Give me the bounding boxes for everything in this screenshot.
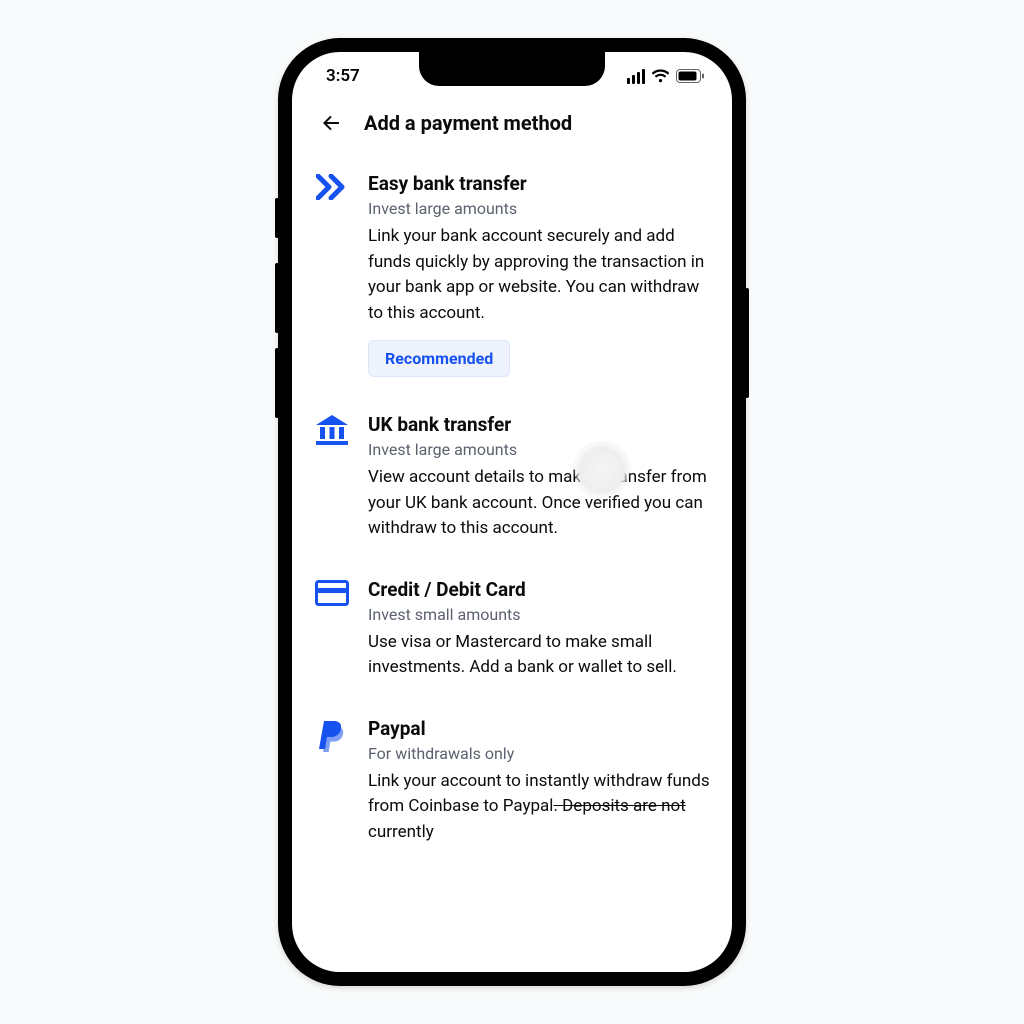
method-title: UK bank transfer	[368, 413, 712, 436]
text: currently	[368, 822, 434, 842]
screen: 3:57 Add a payment method	[292, 52, 732, 972]
recommended-badge: Recommended	[368, 340, 510, 377]
double-chevron-icon	[316, 174, 348, 200]
header: Add a payment method	[292, 100, 732, 154]
payment-method-paypal[interactable]: Paypal For withdrawals only Link your ac…	[314, 699, 712, 864]
payment-method-uk-bank-transfer[interactable]: UK bank transfer Invest large amounts Vi…	[314, 395, 712, 560]
notch	[419, 52, 605, 86]
payment-method-card[interactable]: Credit / Debit Card Invest small amounts…	[314, 560, 712, 699]
side-button	[275, 263, 279, 333]
back-button[interactable]	[314, 106, 348, 140]
method-description: Link your bank account securely and add …	[368, 224, 712, 326]
side-button	[275, 198, 279, 238]
status-time: 3:57	[326, 66, 360, 86]
method-description: View account details to make a transfer …	[368, 465, 712, 542]
arrow-left-icon	[319, 111, 343, 135]
method-subtitle: For withdrawals only	[368, 744, 712, 763]
payment-method-easy-bank-transfer[interactable]: Easy bank transfer Invest large amounts …	[314, 154, 712, 395]
method-subtitle: Invest large amounts	[368, 199, 712, 218]
method-description: Link your account to instantly withdraw …	[368, 769, 712, 846]
method-title: Credit / Debit Card	[368, 578, 712, 601]
page-title: Add a payment method	[364, 111, 572, 135]
phone-frame: 3:57 Add a payment method	[278, 38, 746, 986]
side-button	[275, 348, 279, 418]
side-button	[745, 288, 749, 398]
card-icon	[315, 580, 349, 606]
payment-method-list: Easy bank transfer Invest large amounts …	[292, 154, 732, 972]
method-subtitle: Invest large amounts	[368, 440, 712, 459]
method-title: Easy bank transfer	[368, 172, 712, 195]
method-description: Use visa or Mastercard to make small inv…	[368, 630, 712, 681]
paypal-icon	[317, 719, 347, 753]
bank-icon	[316, 415, 348, 445]
battery-icon	[676, 69, 704, 83]
method-subtitle: Invest small amounts	[368, 605, 712, 624]
cellular-icon	[627, 69, 645, 84]
status-indicators	[627, 69, 704, 84]
wifi-icon	[651, 69, 670, 83]
text-strikethrough: . Deposits are not	[553, 796, 685, 816]
method-title: Paypal	[368, 717, 712, 740]
